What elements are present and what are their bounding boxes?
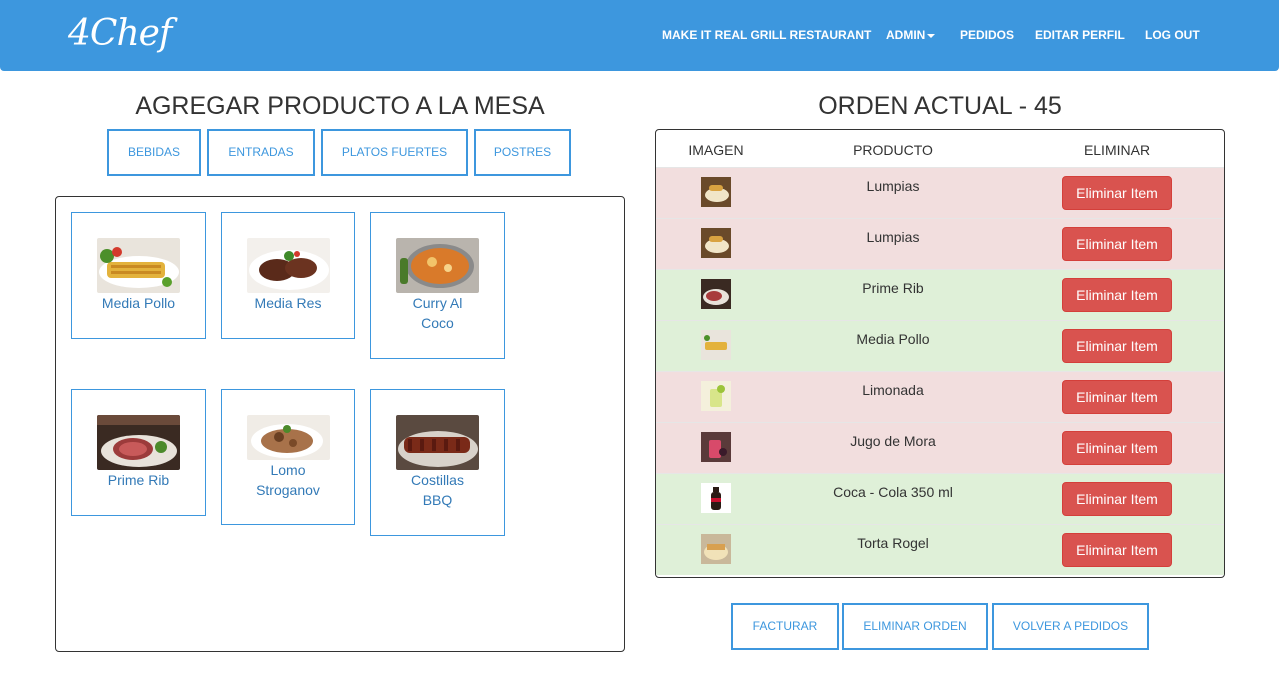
nav-logout[interactable]: LOG OUT [1145,26,1200,44]
order-row: Lumpias Eliminar Item [656,218,1224,269]
item-name: Lumpias [866,229,920,245]
column-header-imagen: IMAGEN [688,142,744,158]
order-row: Torta Rogel Eliminar Item [656,524,1224,575]
item-image [701,177,731,207]
product-image [97,238,180,293]
item-name: Jugo de Mora [850,433,936,449]
order-row: Coca - Cola 350 ml Eliminar Item [656,473,1224,524]
product-image [247,415,330,460]
product-name-line1: Curry Al [412,295,463,311]
add-product-heading: AGREGAR PRODUCTO A LA MESA [135,92,545,120]
nav-admin-dropdown[interactable]: ADMIN [886,26,936,44]
item-image [701,330,731,360]
item-name: Coca - Cola 350 ml [833,484,953,500]
product-name: Prime Rib [107,472,170,488]
category-postres-button[interactable]: POSTRES [474,129,571,176]
category-bebidas-button[interactable]: BEBIDAS [107,129,201,176]
product-card-prime-rib[interactable]: Prime Rib [71,389,206,516]
order-row: Media Pollo Eliminar Item [656,320,1224,371]
order-row: Jugo de Mora Eliminar Item [656,422,1224,473]
remove-item-button[interactable]: Eliminar Item [1062,176,1172,210]
category-platos-fuertes-button[interactable]: PLATOS FUERTES [321,129,468,176]
nav-pedidos[interactable]: PEDIDOS [960,26,1014,44]
product-name-line2: BBQ [422,492,453,508]
product-name-line2: Stroganov [256,482,320,498]
order-table: IMAGEN PRODUCTO ELIMINAR Lumpias Elimina… [655,129,1225,578]
item-image [701,279,731,309]
product-card-curry-al-coco[interactable]: Curry Al Coco [370,212,505,359]
navbar: 4Chef MAKE IT REAL GRILL RESTAURANT ADMI… [0,0,1279,71]
product-name-line1: Lomo [270,462,306,478]
remove-item-button[interactable]: Eliminar Item [1062,278,1172,312]
facturar-button[interactable]: FACTURAR [731,603,839,650]
nav-restaurant[interactable]: MAKE IT REAL GRILL RESTAURANT [662,26,871,44]
nav-admin-label: ADMIN [886,28,926,42]
order-row: Prime Rib Eliminar Item [656,269,1224,320]
product-name-line1: Costillas [411,472,464,488]
item-image [701,534,731,564]
product-card-costillas-bbq[interactable]: Costillas BBQ [370,389,505,536]
eliminar-orden-button[interactable]: ELIMINAR ORDEN [842,603,988,650]
product-image [396,238,479,293]
item-image [701,483,731,513]
item-image [701,381,731,411]
product-card-lomo-stroganov[interactable]: Lomo Stroganov [221,389,355,525]
category-entradas-button[interactable]: ENTRADAS [207,129,315,176]
nav-editar-perfil[interactable]: EDITAR PERFIL [1035,26,1125,44]
current-order-heading: ORDEN ACTUAL - 45 [818,92,1062,120]
product-image [396,415,479,470]
product-name-line2: Coco [421,315,454,331]
remove-item-button[interactable]: Eliminar Item [1062,329,1172,363]
caret-down-icon [927,33,936,38]
brand-logo[interactable]: 4Chef [68,10,172,58]
item-name: Prime Rib [862,280,924,296]
item-name: Limonada [862,382,924,398]
volver-a-pedidos-button[interactable]: VOLVER A PEDIDOS [992,603,1149,650]
remove-item-button[interactable]: Eliminar Item [1062,533,1172,567]
column-header-eliminar: ELIMINAR [1083,142,1151,158]
product-card-media-res[interactable]: Media Res [221,212,355,339]
remove-item-button[interactable]: Eliminar Item [1062,431,1172,465]
product-name: Media Pollo [101,295,176,311]
item-name: Media Pollo [856,331,930,347]
remove-item-button[interactable]: Eliminar Item [1062,380,1172,414]
column-header-producto: PRODUCTO [853,142,933,158]
item-name: Torta Rogel [857,535,929,551]
product-name: Media Res [254,295,322,311]
product-image [247,238,330,293]
item-image [701,228,731,258]
item-name: Lumpias [866,178,920,194]
product-card-media-pollo[interactable]: Media Pollo [71,212,206,339]
order-row: Limonada Eliminar Item [656,371,1224,422]
remove-item-button[interactable]: Eliminar Item [1062,227,1172,261]
order-row: Lumpias Eliminar Item [656,167,1224,218]
product-image [97,415,180,470]
item-image [701,432,731,462]
remove-item-button[interactable]: Eliminar Item [1062,482,1172,516]
